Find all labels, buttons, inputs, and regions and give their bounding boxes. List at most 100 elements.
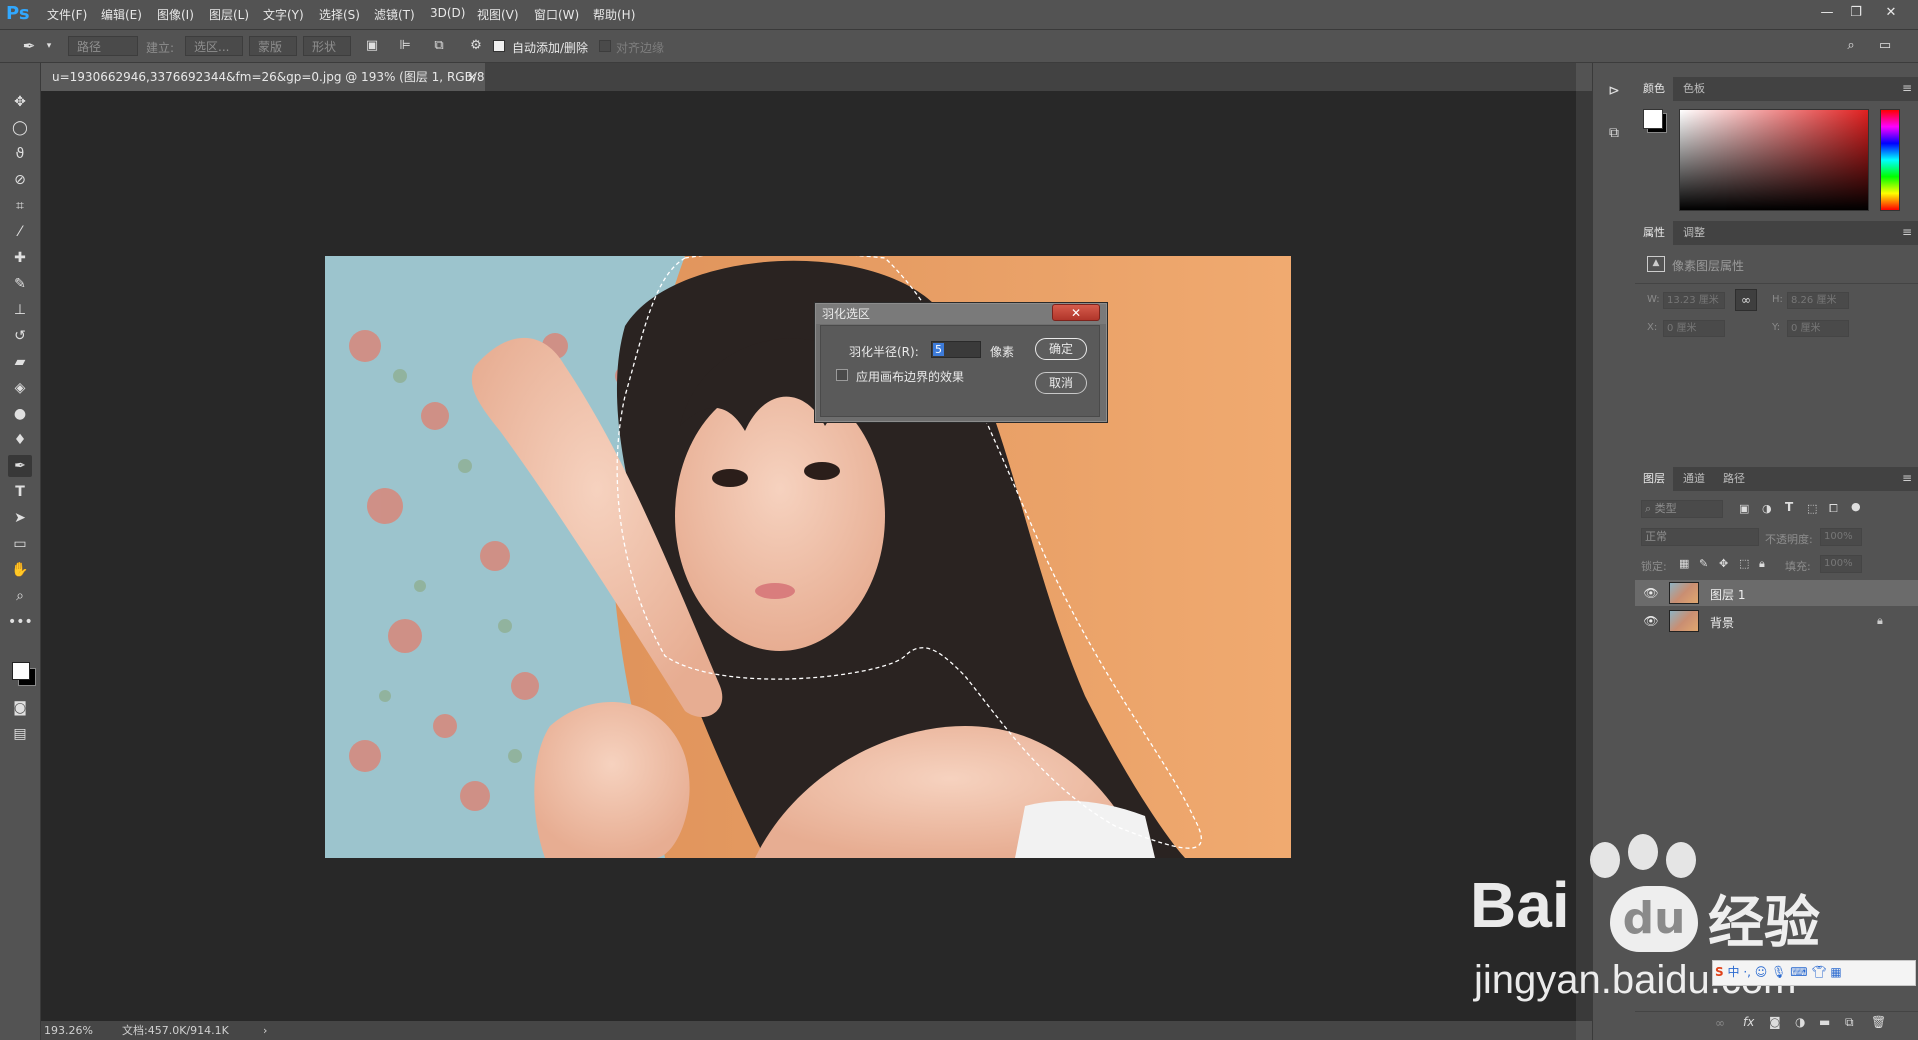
add-mask-icon[interactable]: ◙: [1769, 1015, 1781, 1029]
filter-shape-icon[interactable]: ⬚: [1807, 502, 1817, 515]
dialog-close-button[interactable]: ✕: [1052, 304, 1100, 321]
lock-pixels-icon[interactable]: ✎: [1699, 557, 1708, 570]
ime-language-icon[interactable]: 中: [1727, 965, 1739, 979]
brush-tool-icon[interactable]: ✎: [8, 273, 32, 295]
fg-color-chip[interactable]: [1643, 109, 1663, 129]
layer-filter-dropdown[interactable]: ⌕ 类型: [1641, 500, 1723, 518]
blend-mode-dropdown[interactable]: 正常: [1641, 528, 1759, 546]
layer-name[interactable]: 图层 1: [1710, 586, 1745, 603]
new-group-icon[interactable]: ▬: [1819, 1015, 1830, 1029]
hue-slider[interactable]: [1880, 109, 1900, 211]
filter-type-icon[interactable]: T: [1785, 500, 1793, 514]
h-field[interactable]: 8.26 厘米: [1787, 292, 1849, 309]
path-arrangement-icon[interactable]: ⧉: [430, 37, 448, 55]
trash-icon[interactable]: 🗑︎: [1871, 1015, 1886, 1029]
ime-grid-icon[interactable]: ▦: [1830, 965, 1841, 979]
tab-adjustments[interactable]: 调整: [1675, 221, 1713, 245]
pen-tool-icon[interactable]: ✒: [8, 455, 32, 477]
quick-selection-icon[interactable]: ⊘: [8, 169, 32, 191]
filter-toggle-icon[interactable]: ●: [1851, 500, 1861, 513]
more-tools-icon[interactable]: •••: [8, 611, 33, 633]
quick-mask-icon[interactable]: ◙: [8, 697, 32, 719]
shape-button[interactable]: 形状: [303, 36, 351, 56]
eyedropper-tool-icon[interactable]: ⁄: [8, 221, 32, 243]
blur-tool-icon[interactable]: ●: [8, 403, 32, 425]
ime-mic-icon[interactable]: 🎙︎: [1771, 965, 1786, 979]
x-field[interactable]: 0 厘米: [1663, 320, 1725, 337]
pen-tool-icon[interactable]: ✒: [20, 37, 38, 55]
search-icon[interactable]: ⌕: [1842, 37, 1860, 55]
status-arrow-icon[interactable]: ›: [263, 1021, 267, 1040]
path-alignment-icon[interactable]: ⊫: [396, 37, 414, 55]
menu-edit[interactable]: 编辑(E): [101, 6, 142, 23]
cancel-button[interactable]: 取消: [1035, 372, 1087, 394]
lasso-tool-icon[interactable]: ϑ: [8, 143, 32, 165]
ime-toolbar[interactable]: S 中 ·, ☺ 🎙︎ ⌨ 👕︎ ▦: [1712, 960, 1916, 986]
visibility-eye-icon[interactable]: 👁︎: [1643, 613, 1659, 629]
workspace-icon[interactable]: ▭: [1876, 37, 1894, 55]
type-tool-icon[interactable]: T: [8, 481, 32, 503]
move-tool-icon[interactable]: ✥: [8, 91, 32, 113]
history-panel-icon[interactable]: ⊳: [1604, 83, 1624, 103]
panel-menu-icon[interactable]: ≡: [1902, 471, 1912, 485]
photo-canvas[interactable]: [325, 256, 1291, 858]
history-brush-icon[interactable]: ↺: [8, 325, 32, 347]
hand-tool-icon[interactable]: ✋: [8, 559, 32, 581]
opacity-field[interactable]: 100%: [1820, 528, 1862, 546]
new-layer-icon[interactable]: ⧉: [1845, 1015, 1854, 1030]
y-field[interactable]: 0 厘米: [1787, 320, 1849, 337]
lock-transparent-icon[interactable]: ▦: [1679, 557, 1689, 570]
layer-name[interactable]: 背景: [1710, 614, 1734, 631]
color-field[interactable]: [1679, 109, 1869, 211]
rectangle-tool-icon[interactable]: ▭: [8, 533, 32, 555]
ok-button[interactable]: 确定: [1035, 338, 1087, 360]
lock-all-icon[interactable]: 🔒︎: [1759, 557, 1765, 571]
adjustment-layer-icon[interactable]: ◑: [1795, 1015, 1805, 1029]
filter-pixel-icon[interactable]: ▣: [1739, 502, 1749, 515]
vertical-scrollbar[interactable]: [1576, 91, 1592, 1021]
lock-position-icon[interactable]: ✥: [1719, 557, 1728, 570]
zoom-tool-icon[interactable]: ⌕: [8, 585, 32, 607]
auto-add-delete-checkbox[interactable]: [493, 40, 505, 52]
selection-button[interactable]: 选区...: [185, 36, 243, 56]
ime-skin-icon[interactable]: 👕︎: [1811, 965, 1826, 979]
tab-swatches[interactable]: 色板: [1675, 77, 1713, 101]
menu-filter[interactable]: 滤镜(T): [374, 6, 415, 23]
menu-type[interactable]: 文字(Y): [263, 6, 304, 23]
align-edges-checkbox[interactable]: [599, 40, 611, 52]
menu-window[interactable]: 窗口(W): [534, 6, 579, 23]
chevron-down-icon[interactable]: ▾: [40, 37, 58, 55]
sogou-ime-icon[interactable]: S: [1713, 965, 1724, 979]
mode-dropdown[interactable]: 路径: [68, 36, 138, 56]
fx-icon[interactable]: fx: [1743, 1015, 1754, 1029]
dodge-tool-icon[interactable]: ♦: [8, 429, 32, 451]
screen-mode-icon[interactable]: ▤: [8, 723, 32, 745]
healing-brush-icon[interactable]: ✚: [8, 247, 32, 269]
menu-image[interactable]: 图像(I): [157, 6, 194, 23]
document-tab[interactable]: u=1930662946,3376692344&fm=26&gp=0.jpg @…: [41, 63, 485, 91]
gear-icon[interactable]: ⚙: [467, 37, 485, 55]
properties-panel-icon[interactable]: ⧉: [1604, 125, 1624, 145]
tab-close-icon[interactable]: ×: [467, 63, 477, 91]
eraser-tool-icon[interactable]: ▰: [8, 351, 32, 373]
filter-smart-icon[interactable]: ⧠: [1829, 502, 1838, 516]
menu-help[interactable]: 帮助(H): [593, 6, 635, 23]
w-field[interactable]: 13.23 厘米: [1663, 292, 1725, 309]
ime-keyboard-icon[interactable]: ⌨: [1790, 965, 1807, 979]
paint-bucket-icon[interactable]: ◈: [8, 377, 32, 399]
tab-color[interactable]: 颜色: [1635, 77, 1673, 101]
layer-row-layer1[interactable]: 👁︎ 图层 1: [1635, 580, 1918, 606]
foreground-color-top[interactable]: [12, 662, 30, 680]
tab-paths[interactable]: 路径: [1715, 467, 1753, 491]
lock-artboard-icon[interactable]: ⬚: [1739, 557, 1749, 570]
restore-button[interactable]: ❐: [1845, 3, 1867, 23]
path-operations-icon[interactable]: ▣: [363, 37, 381, 55]
path-selection-icon[interactable]: ➤: [8, 507, 32, 529]
elliptical-marquee-icon[interactable]: ◯: [8, 117, 32, 139]
menu-layer[interactable]: 图层(L): [209, 6, 249, 23]
link-icon[interactable]: ∞: [1735, 289, 1757, 311]
tab-properties[interactable]: 属性: [1635, 221, 1673, 245]
crop-tool-icon[interactable]: ⌗: [8, 195, 32, 217]
ime-punctuation-icon[interactable]: ·,: [1743, 965, 1751, 979]
tab-channels[interactable]: 通道: [1675, 467, 1713, 491]
